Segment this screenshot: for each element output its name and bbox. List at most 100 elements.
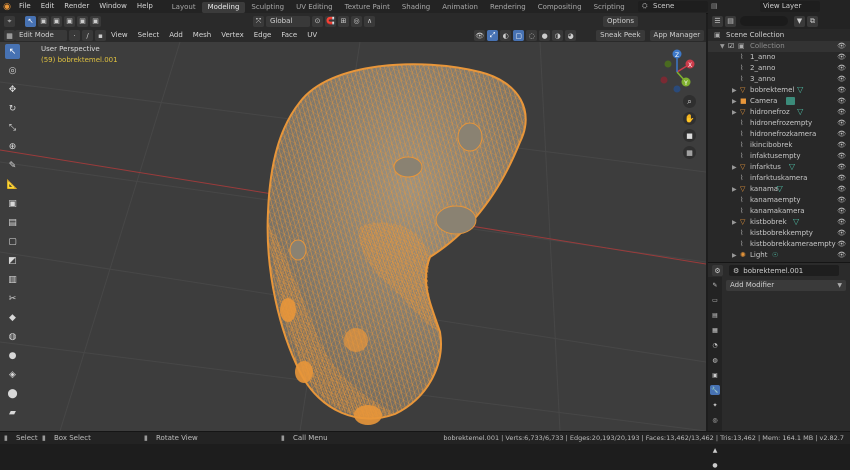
collection-visibility-icon[interactable]: 👁: [837, 41, 846, 52]
transform-orientation-dropdown[interactable]: Global: [266, 15, 310, 27]
filter-icon[interactable]: ▼: [794, 15, 805, 27]
select-extend-icon[interactable]: ▣: [51, 15, 62, 27]
outliner-row[interactable]: ⌇ 3_anno 👁: [708, 74, 850, 85]
shading-wireframe-icon[interactable]: ◌: [526, 30, 538, 41]
visibility-icon[interactable]: 👁: [837, 107, 846, 118]
expand-icon[interactable]: ▶: [732, 250, 737, 261]
select-mode-icon[interactable]: ↖: [25, 15, 36, 27]
edge-slide-icon[interactable]: ◈: [5, 367, 20, 382]
tab-layout[interactable]: Layout: [166, 2, 202, 13]
view-layer-tab-icon[interactable]: ▦: [710, 325, 720, 335]
expand-icon[interactable]: ▶: [732, 184, 737, 195]
view-layer-selector[interactable]: View Layer: [760, 1, 820, 12]
scene-collection-row[interactable]: ▣ Scene Collection: [708, 30, 850, 41]
properties-editor-icon[interactable]: ⚙: [712, 265, 723, 276]
visibility-icon[interactable]: 👁: [837, 85, 846, 96]
visibility-icon[interactable]: 👁: [837, 151, 846, 162]
tab-rendering[interactable]: Rendering: [484, 2, 532, 13]
extrude-icon[interactable]: ▤: [5, 215, 20, 230]
add-modifier-dropdown[interactable]: Add Modifier ▼: [726, 280, 846, 291]
select-intersect-icon[interactable]: ▣: [90, 15, 101, 27]
display-mode-icon[interactable]: ▤: [725, 15, 736, 27]
expand-icon[interactable]: ▶: [732, 217, 737, 228]
rotate-icon[interactable]: ↻: [5, 101, 20, 116]
shading-rendered-icon[interactable]: ◕: [565, 30, 577, 41]
pan-hand-icon[interactable]: ✋: [683, 112, 696, 125]
collection-checkbox-icon[interactable]: ☑: [728, 41, 734, 52]
visibility-icon[interactable]: 👁: [837, 52, 846, 63]
particles-tab-icon[interactable]: ✦: [710, 400, 720, 410]
visibility-icon[interactable]: 👁: [837, 96, 846, 107]
expand-icon[interactable]: ▶: [732, 96, 737, 107]
menu-edge[interactable]: Edge: [249, 29, 277, 42]
measure-icon[interactable]: 📐: [5, 177, 20, 192]
transform-orientation-icon[interactable]: ⤧: [253, 15, 264, 27]
smooth-icon[interactable]: ●: [5, 348, 20, 363]
visibility-icon[interactable]: 👁: [837, 228, 846, 239]
object-tab-icon[interactable]: ▣: [710, 370, 720, 380]
outliner-row[interactable]: ⌇ hidronefrozkamera 👁: [708, 129, 850, 140]
menu-vertex[interactable]: Vertex: [216, 29, 249, 42]
poly-build-icon[interactable]: ◆: [5, 310, 20, 325]
loop-cut-icon[interactable]: ▥: [5, 272, 20, 287]
visibility-icon[interactable]: 👁: [837, 217, 846, 228]
editor-type-icon[interactable]: ⌖: [4, 15, 15, 27]
move-icon[interactable]: ✥: [5, 82, 20, 97]
edge-select-icon[interactable]: /: [82, 30, 93, 41]
outliner-row[interactable]: ⌇ ikincibobrek 👁: [708, 140, 850, 151]
select-box-icon[interactable]: ↖: [5, 44, 20, 59]
snap-target-icon[interactable]: ⊞: [338, 15, 349, 27]
visibility-icon[interactable]: 👁: [474, 30, 486, 41]
object-name-field[interactable]: ⚙ bobrektemel.001: [729, 265, 839, 276]
inset-icon[interactable]: ▢: [5, 234, 20, 249]
expand-icon[interactable]: ▶: [732, 162, 737, 173]
outliner-editor-icon[interactable]: ☰: [712, 15, 723, 27]
visibility-icon[interactable]: 👁: [837, 140, 846, 151]
shear-icon[interactable]: ▰: [5, 405, 20, 420]
xray-icon[interactable]: ▢: [513, 30, 525, 41]
visibility-icon[interactable]: 👁: [837, 239, 846, 250]
outliner-row[interactable]: ⌇ 1_anno 👁: [708, 52, 850, 63]
menu-edit[interactable]: Edit: [36, 0, 60, 13]
transform-icon[interactable]: ⊕: [5, 139, 20, 154]
knife-icon[interactable]: ✂: [5, 291, 20, 306]
outliner-row[interactable]: ▶ ▽ infarktus ▽ 👁: [708, 162, 850, 173]
mesh-data-icon[interactable]: ▽: [789, 161, 795, 172]
outliner-row[interactable]: ▶ ▽ hidronefroz ▽ 👁: [708, 107, 850, 118]
visibility-icon[interactable]: 👁: [837, 184, 846, 195]
outliner-row[interactable]: ⌇ hidronefrozempty 👁: [708, 118, 850, 129]
menu-render[interactable]: Render: [59, 0, 94, 13]
sneak-peek-button[interactable]: Sneak Peek: [596, 30, 645, 41]
visibility-icon[interactable]: 👁: [837, 118, 846, 129]
tab-animation[interactable]: Animation: [436, 2, 484, 13]
tab-uv-editing[interactable]: UV Editing: [290, 2, 339, 13]
visibility-icon[interactable]: 👁: [837, 74, 846, 85]
menu-window[interactable]: Window: [94, 0, 132, 13]
tab-sculpting[interactable]: Sculpting: [245, 2, 290, 13]
scene-tab-icon[interactable]: ◔: [710, 340, 720, 350]
shading-material-icon[interactable]: ◑: [552, 30, 564, 41]
output-tab-icon[interactable]: ▤: [710, 310, 720, 320]
visibility-icon[interactable]: 👁: [837, 195, 846, 206]
tab-shading[interactable]: Shading: [396, 2, 436, 13]
snap-icon[interactable]: 🧲: [325, 15, 336, 27]
select-invert-icon[interactable]: ▣: [77, 15, 88, 27]
tab-compositing[interactable]: Compositing: [532, 2, 588, 13]
outliner-row[interactable]: ⌇ kanamaempty 👁: [708, 195, 850, 206]
tab-texture-paint[interactable]: Texture Paint: [339, 2, 396, 13]
vertex-select-icon[interactable]: ·: [69, 30, 80, 41]
options-dropdown[interactable]: Options: [603, 15, 639, 27]
scene-selector[interactable]: ⛭ Scene: [638, 1, 708, 12]
pivot-point-icon[interactable]: ⊙: [312, 15, 323, 27]
3d-viewport[interactable]: X Y Z User Perspective (59) bobrektemel.…: [0, 42, 706, 431]
menu-add[interactable]: Add: [164, 29, 188, 42]
proportional-falloff-icon[interactable]: ∧: [364, 15, 375, 27]
render-tab-icon[interactable]: ▭: [710, 295, 720, 305]
outliner-row[interactable]: ▶ ▽ kistbobrek ▽ 👁: [708, 217, 850, 228]
visibility-icon[interactable]: 👁: [837, 206, 846, 217]
visibility-icon[interactable]: 👁: [837, 250, 846, 261]
mesh-data-icon[interactable]: ▽: [797, 106, 803, 117]
outliner-row[interactable]: ▶ ✺ Light ☉ 👁: [708, 250, 850, 261]
face-select-icon[interactable]: ▪: [95, 30, 106, 41]
visibility-icon[interactable]: 👁: [837, 129, 846, 140]
